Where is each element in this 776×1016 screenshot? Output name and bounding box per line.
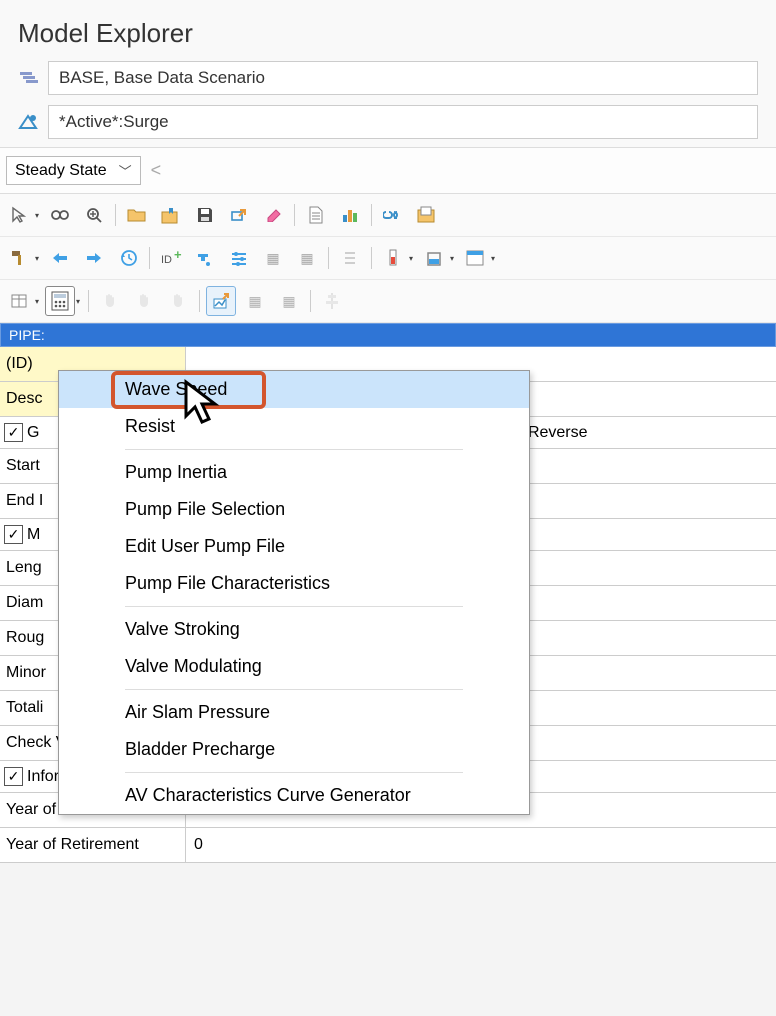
chevron-left-icon[interactable]: < (151, 160, 162, 181)
dropdown-arrow-icon[interactable]: ▾ (450, 254, 454, 263)
menu-item-air-slam-pressure[interactable]: Air Slam Pressure (59, 694, 529, 731)
scenario-primary-field[interactable]: BASE, Base Data Scenario (48, 61, 758, 95)
chain-link-icon[interactable] (378, 200, 408, 230)
menu-item-edit-user-pump-file[interactable]: Edit User Pump File (59, 528, 529, 565)
dropdown-arrow-icon[interactable]: ▾ (35, 211, 39, 220)
section-label: G (27, 424, 39, 442)
menu-item-resist[interactable]: Resist (59, 408, 529, 445)
menu-separator (125, 449, 463, 450)
table-gray-1-icon[interactable]: ▦ (240, 286, 270, 316)
zoom-icon[interactable] (79, 200, 109, 230)
menu-separator (125, 772, 463, 773)
menu-item-valve-modulating[interactable]: Valve Modulating (59, 648, 529, 685)
pan-hand-1-icon[interactable] (95, 286, 125, 316)
scenario-active-field[interactable]: *Active*:Surge (48, 105, 758, 139)
state-selector[interactable]: Steady State ﹀ (6, 156, 141, 185)
page-title: Model Explorer (0, 0, 776, 59)
state-selector-value: Steady State (15, 162, 107, 180)
export-icon[interactable] (224, 200, 254, 230)
scenario-active-icon (18, 113, 40, 131)
menu-separator (125, 689, 463, 690)
hammer-icon[interactable] (4, 243, 34, 273)
select-tool-icon[interactable] (4, 200, 34, 230)
sliders-icon[interactable] (224, 243, 254, 273)
bar-chart-icon[interactable] (335, 200, 365, 230)
dropdown-arrow-icon[interactable]: ▾ (491, 254, 495, 263)
id-add-icon[interactable]: ID+ (156, 243, 186, 273)
grid-header-pipe: PIPE: (0, 323, 776, 347)
faucet-icon[interactable] (190, 243, 220, 273)
save-to-folder-icon[interactable] (156, 200, 186, 230)
dropdown-arrow-icon[interactable]: ▾ (76, 297, 80, 306)
toolbar-row-2: ▾ ID+ ▦ ▦ ▾ ▾ ▾ (0, 237, 776, 280)
toolbar-row-3: ▾ ▾ ▦ ▦ (0, 280, 776, 323)
menu-item-pump-file-characteristics[interactable]: Pump File Characteristics (59, 565, 529, 602)
tool-gray-2-icon[interactable]: ▦ (292, 243, 322, 273)
gauge-icon[interactable] (378, 243, 408, 273)
back-arrow-icon[interactable] (45, 243, 75, 273)
export-chart-icon[interactable] (206, 286, 236, 316)
section-label: M (27, 526, 40, 544)
calculator-context-menu: Wave Speed Resist Pump Inertia Pump File… (58, 370, 530, 815)
save-icon[interactable] (190, 200, 220, 230)
history-icon[interactable] (113, 243, 143, 273)
document-icon[interactable] (301, 200, 331, 230)
report-folder-icon[interactable] (412, 200, 442, 230)
svg-text:+: + (174, 250, 182, 262)
eraser-icon[interactable] (258, 200, 288, 230)
menu-item-pump-inertia[interactable]: Pump Inertia (59, 454, 529, 491)
grid-color-icon[interactable] (460, 243, 490, 273)
svg-text:ID: ID (161, 254, 172, 266)
dropdown-arrow-icon[interactable]: ▾ (35, 254, 39, 263)
list-tool-icon[interactable] (335, 243, 365, 273)
menu-item-bladder-precharge[interactable]: Bladder Precharge (59, 731, 529, 768)
menu-item-wave-speed[interactable]: Wave Speed (59, 371, 529, 408)
dropdown-arrow-icon[interactable]: ▾ (35, 297, 39, 306)
menu-separator (125, 606, 463, 607)
table-small-icon[interactable] (4, 286, 34, 316)
scenario-stack-icon (18, 69, 40, 87)
folder-open-icon[interactable] (122, 200, 152, 230)
forward-arrow-icon[interactable] (79, 243, 109, 273)
dropdown-arrow-icon[interactable]: ▾ (409, 254, 413, 263)
grid-value-yor[interactable]: 0 (186, 828, 776, 862)
toolbar-row-1: ▾ (0, 194, 776, 237)
chevron-down-icon: ﹀ (119, 161, 132, 180)
checkbox-icon[interactable]: ✓ (4, 525, 23, 544)
grid-label-yor: Year of Retirement (0, 828, 186, 862)
tool-gray-1-icon[interactable]: ▦ (258, 243, 288, 273)
pan-hand-3-icon[interactable] (163, 286, 193, 316)
menu-item-valve-stroking[interactable]: Valve Stroking (59, 611, 529, 648)
checkbox-icon[interactable]: ✓ (4, 423, 23, 442)
table-gray-2-icon[interactable]: ▦ (274, 286, 304, 316)
pan-hand-2-icon[interactable] (129, 286, 159, 316)
menu-item-pump-file-selection[interactable]: Pump File Selection (59, 491, 529, 528)
link-view-icon[interactable] (45, 200, 75, 230)
menu-item-av-characteristics[interactable]: AV Characteristics Curve Generator (59, 777, 529, 814)
menu-item-label: Wave Speed (125, 379, 227, 399)
checkbox-icon[interactable]: ✓ (4, 767, 23, 786)
align-icon[interactable] (317, 286, 347, 316)
calculator-button[interactable] (45, 286, 75, 316)
tank-icon[interactable] (419, 243, 449, 273)
